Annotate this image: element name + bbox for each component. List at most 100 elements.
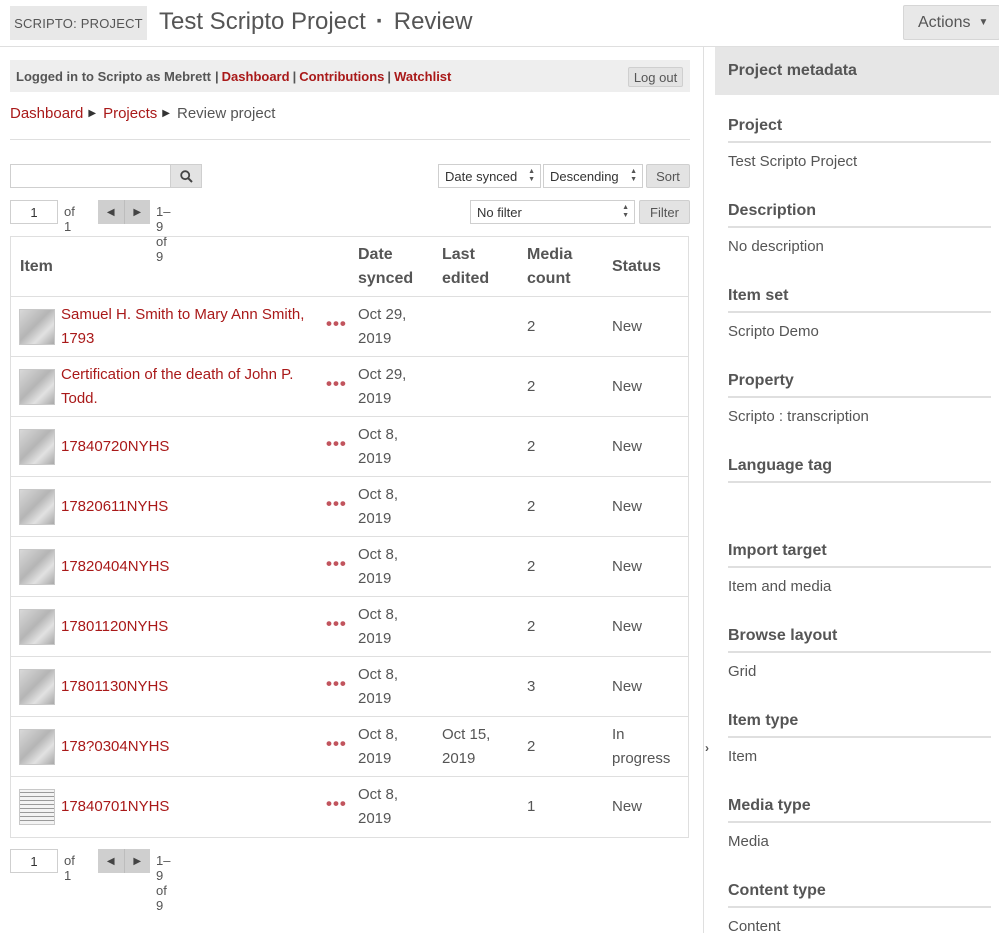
items-table: Item Date synced Last edited Media count… [10,236,689,838]
result-range: 1–9 of 9 [156,853,171,913]
item-title-link[interactable]: 17801130NYHS [61,675,316,699]
item-title-link[interactable]: 17820611NYHS [61,495,316,519]
sidebar-heading: Project metadata [715,47,999,95]
date-line: 2019 [358,750,392,767]
date-line: 2019 [358,810,392,827]
date-line: 2019 [358,570,392,587]
more-options-icon[interactable]: ••• [326,374,347,394]
date-line: Oct 8, [358,426,399,443]
status-cell: New [612,675,642,699]
item-thumbnail[interactable] [19,489,55,525]
item-thumbnail[interactable] [19,669,55,705]
more-options-icon[interactable]: ••• [326,434,347,454]
item-title-link[interactable]: 17840701NYHS [61,795,316,819]
item-thumbnail[interactable] [19,609,55,645]
table-body: Samuel H. Smith to Mary Ann Smith, 1793 ••… [11,297,688,837]
metadata-value-link[interactable]: Scripto Demo [728,323,819,340]
item-thumbnail[interactable] [19,429,55,465]
filter-select[interactable]: No filter ▲ ▼ [470,200,635,224]
select-arrows-icon: ▲ ▼ [630,168,637,183]
breadcrumb-separator-icon: ▶ [88,108,97,119]
status-cell: New [612,315,642,339]
logout-button[interactable]: Log out [628,67,683,87]
title-line: 17820611NYHS [61,498,169,515]
section-badge: SCRIPTO: PROJECT [10,6,147,40]
more-options-icon[interactable]: ••• [326,554,347,574]
item-thumbnail[interactable] [19,309,55,345]
item-title-link[interactable]: Certification of the death of John P. Tod… [61,363,316,411]
more-options-icon[interactable]: ••• [326,494,347,514]
sort-button[interactable]: Sort [646,164,690,188]
more-options-icon[interactable]: ••• [326,674,347,694]
metadata-label: Description [728,202,991,228]
date-line: Oct 15, [442,726,491,743]
status-cell: New [612,615,642,639]
metadata-value: Scripto : transcription [728,408,869,425]
more-options-icon[interactable]: ••• [326,734,347,754]
table-row: 17820611NYHS ••• Oct 8, 2019 2 New [11,477,688,537]
title-line: 1793 [61,330,95,347]
title-line: Todd. [61,390,98,407]
date-synced-cell: Oct 8, 2019 [358,783,398,831]
breadcrumb-projects[interactable]: Projects [103,105,157,122]
date-synced-cell: Oct 29, 2019 [358,363,406,411]
item-title-link[interactable]: 17820404NYHS [61,555,316,579]
date-line: Oct 8, [358,606,399,623]
divider: | [215,68,219,84]
actions-button[interactable]: Actions ▼ [903,5,999,40]
column-header-last-edited: Last edited [442,243,489,291]
next-page-icon[interactable]: ▶ [125,200,151,224]
more-options-icon[interactable]: ••• [326,314,347,334]
search-button[interactable] [170,164,202,188]
media-count-cell: 2 [527,738,536,755]
metadata-value-link[interactable]: Test Scripto Project [728,153,857,170]
divider: | [292,68,297,84]
search-input[interactable] [10,164,171,188]
media-count-cell: 2 [527,558,536,575]
table-row: 17840720NYHS ••• Oct 8, 2019 2 New [11,417,688,477]
item-title-link[interactable]: 17801120NYHS [61,615,316,639]
sort-order-select[interactable]: Descending ▲ ▼ [543,164,643,188]
filter-button[interactable]: Filter [639,200,690,224]
previous-page-icon[interactable]: ◀ [98,200,125,224]
more-options-icon[interactable]: ••• [326,614,347,634]
date-synced-cell: Oct 8, 2019 [358,543,398,591]
item-title-link[interactable]: 17840720NYHS [61,435,316,459]
title-line: 17801120NYHS [61,618,169,635]
column-header-item: Item [20,258,53,275]
title-line: 17840701NYHS [61,798,170,815]
more-options-icon[interactable]: ••• [326,794,347,814]
date-line: 2019 [358,450,392,467]
page-number-input[interactable]: 1 [10,849,58,873]
item-thumbnail[interactable] [19,549,55,585]
next-page-icon[interactable]: ▶ [125,849,151,873]
watchlist-link[interactable]: Watchlist [394,69,451,84]
item-title-link[interactable]: Samuel H. Smith to Mary Ann Smith, 1793 [61,303,316,351]
previous-page-icon[interactable]: ◀ [98,849,125,873]
item-title-link[interactable]: 178?0304NYHS [61,735,316,759]
status-cell: New [612,555,642,579]
item-thumbnail[interactable] [19,369,55,405]
metadata-value: Item [728,748,758,765]
collapse-sidebar-icon[interactable]: › [705,741,709,755]
header-line: Date [358,246,393,263]
metadata-value: No description [728,238,824,255]
table-row: 17840701NYHS ••• Oct 8, 2019 1 New [11,777,688,837]
column-header-status: Status [612,258,661,275]
dashboard-link[interactable]: Dashboard [222,69,290,84]
item-thumbnail[interactable] [19,789,55,825]
last-edited-cell: Oct 15, 2019 [442,723,490,771]
status-cell: New [612,495,642,519]
page-number-input[interactable]: 1 [10,200,58,224]
date-line: Oct 8, [358,486,399,503]
sort-by-select[interactable]: Date synced ▲ ▼ [438,164,541,188]
breadcrumb-dashboard[interactable]: Dashboard [10,105,83,122]
metadata-label: Project [728,117,991,143]
logged-in-text: Logged in to Scripto as Mebrett [16,68,212,84]
page-nav: ◀ ▶ [98,849,150,873]
caret-down-icon: ▼ [978,17,989,28]
metadata-value: Content [728,918,781,935]
sort-order-value: Descending [550,168,619,184]
contributions-link[interactable]: Contributions [299,69,384,84]
item-thumbnail[interactable] [19,729,55,765]
